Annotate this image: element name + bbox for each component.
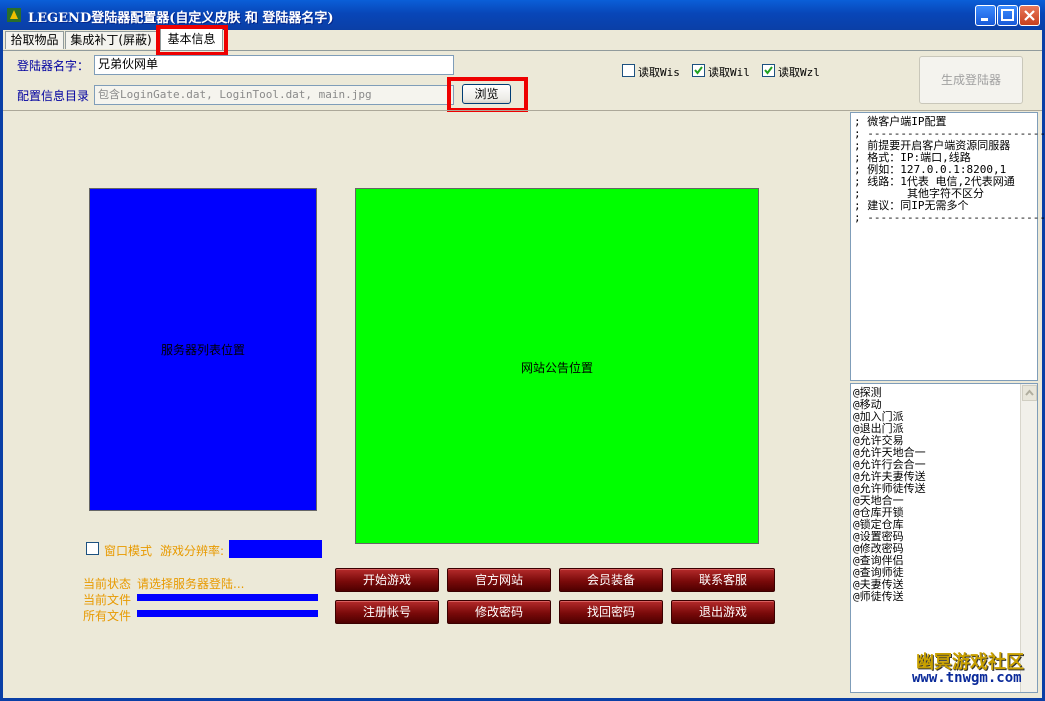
all-files-progress [137, 610, 318, 617]
tab-pickup-items[interactable]: 拾取物品 [5, 31, 64, 49]
launcher-name-label: 登陆器名字： [17, 59, 90, 73]
window-mode-checkbox[interactable] [86, 542, 99, 555]
watermark-url: www.tnwgm.com [912, 670, 1022, 686]
ip-config-textarea[interactable]: ; 微客户端IP配置; ----------------------------… [850, 112, 1045, 381]
checkbox-wis[interactable] [622, 64, 635, 77]
ip-config-lines: ; 微客户端IP配置; ----------------------------… [854, 116, 1045, 224]
launcher-name-input[interactable]: 兄弟伙网单 [94, 55, 454, 75]
resolution-label: 游戏分辨率: [160, 544, 225, 558]
command-list-scrollbar[interactable] [1020, 384, 1037, 692]
checkbox-wzl[interactable] [762, 64, 775, 77]
tab-highlight-box [156, 25, 228, 56]
close-icon [1024, 10, 1035, 21]
status-text: 请选择服务器登陆... [137, 577, 245, 591]
current-file-progress [137, 594, 318, 601]
command-line: @师徒传送 [853, 590, 904, 603]
command-list-textarea[interactable]: @探测 @移动 @加入门派 @退出门派 @允许交易 @允许天地合一 @允许行会合一 @允许夫妻… [850, 383, 1038, 693]
window-mode-label: 窗口模式 [104, 544, 153, 558]
checkbox-wis-label: 读取Wis [638, 66, 680, 79]
maximize-icon [1001, 9, 1014, 21]
window-title: LEGEND登陆器配置器(自定义皮肤 和 登陆器名字) [28, 11, 334, 26]
register-account-button[interactable]: 注册帐号 [335, 600, 439, 624]
contact-support-button[interactable]: 联系客服 [671, 568, 775, 592]
resolution-select[interactable] [229, 540, 322, 558]
member-equipment-button[interactable]: 会员装备 [559, 568, 663, 592]
status-label: 当前状态 [83, 577, 132, 591]
current-file-label: 当前文件 [83, 593, 132, 607]
checkmark-icon [764, 66, 773, 75]
form-divider [3, 110, 1042, 111]
tab-patch[interactable]: 集成补丁(屏蔽) [65, 31, 157, 49]
config-dir-input[interactable]: 包含LoginGate.dat, LoginTool.dat, main.jpg [94, 85, 454, 105]
server-list-area: 服务器列表位置 [89, 188, 317, 511]
close-button[interactable] [1019, 5, 1040, 26]
command-lines: @探测 @移动 @加入门派 @退出门派 @允许交易 @允许天地合一 @允许行会合一 @允许夫妻… [853, 387, 926, 603]
window-frame-left [0, 30, 3, 701]
scroll-up-icon [1025, 389, 1034, 396]
change-password-button[interactable]: 修改密码 [447, 600, 551, 624]
checkbox-wil[interactable] [692, 64, 705, 77]
exit-game-button[interactable]: 退出游戏 [671, 600, 775, 624]
website-notice-area: 网站公告位置 [355, 188, 759, 544]
recover-password-button[interactable]: 找回密码 [559, 600, 663, 624]
maximize-button[interactable] [997, 5, 1018, 26]
start-game-button[interactable]: 开始游戏 [335, 568, 439, 592]
checkbox-wzl-label: 读取Wzl [778, 66, 820, 79]
checkmark-icon [694, 66, 703, 75]
ip-config-line: ; ---------------------------- [854, 211, 1045, 224]
all-files-label: 所有文件 [83, 609, 132, 623]
config-dir-label: 配置信息目录 [17, 89, 90, 103]
browse-highlight-box [447, 77, 528, 112]
scroll-up-button[interactable] [1022, 385, 1037, 401]
app-icon [6, 7, 22, 23]
generate-launcher-button[interactable]: 生成登陆器 [919, 56, 1023, 104]
checkbox-wil-label: 读取Wil [708, 66, 750, 79]
official-site-button[interactable]: 官方网站 [447, 568, 551, 592]
minimize-icon [981, 18, 988, 21]
server-list-label: 服务器列表位置 [160, 343, 245, 357]
website-notice-label: 网站公告位置 [520, 361, 593, 375]
minimize-button[interactable] [975, 5, 996, 26]
